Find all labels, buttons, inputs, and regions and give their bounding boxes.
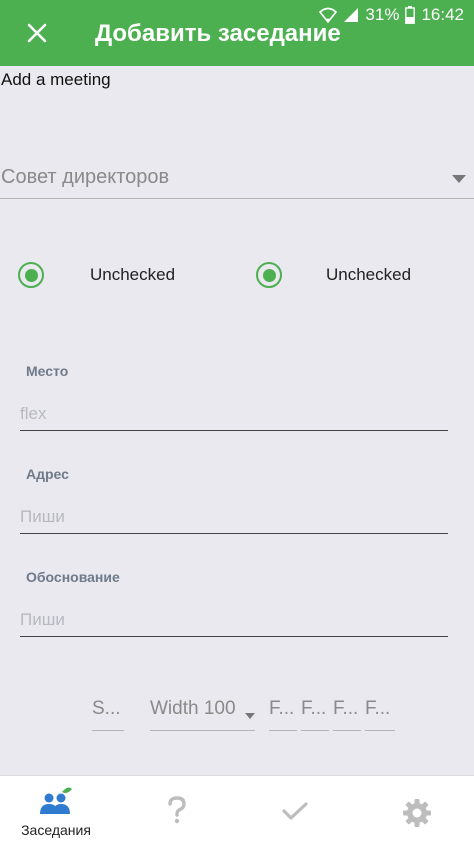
s-select[interactable]: S... [92, 694, 124, 731]
f-select-2[interactable]: F... [301, 694, 329, 731]
signal-icon [343, 7, 359, 23]
f-select-3[interactable]: F... [333, 694, 361, 731]
committee-select[interactable]: Совет директоров [0, 160, 474, 199]
nav-item-meetings-label: Заседания [21, 822, 91, 838]
f-select-4-value: F... [365, 698, 391, 719]
nav-item-meetings[interactable]: Заседания [1, 776, 111, 843]
f-select-1[interactable]: F... [269, 694, 297, 731]
close-button[interactable] [22, 18, 52, 48]
radio-option-2-label: Unchecked [326, 265, 412, 284]
question-icon [167, 796, 187, 829]
width-select-value: Width 100 [150, 698, 236, 719]
reason-input[interactable] [20, 603, 448, 637]
width-select[interactable]: Width 100 [150, 694, 255, 731]
committee-select-value: Совет директоров [1, 166, 170, 188]
f-select-2-value: F... [301, 698, 327, 719]
people-icon [38, 786, 74, 821]
radio-option-1[interactable]: Unchecked [18, 258, 175, 292]
close-icon [27, 23, 47, 43]
address-label: Адрес [26, 466, 69, 482]
check-icon [282, 802, 308, 825]
radio-button-icon [256, 262, 282, 288]
page-subtitle: Add a meeting [1, 70, 111, 89]
radio-button-icon [18, 262, 44, 288]
place-input[interactable] [20, 397, 448, 431]
nav-item-help[interactable] [122, 776, 232, 843]
dropdown-arrow-icon [245, 703, 255, 725]
address-input[interactable] [20, 500, 448, 534]
battery-icon [405, 6, 416, 24]
radio-option-1-label: Unchecked [90, 265, 176, 284]
s-select-value: S... [92, 698, 121, 719]
f-select-3-value: F... [333, 698, 359, 719]
nav-item-settings[interactable] [362, 776, 472, 843]
nav-item-confirm[interactable] [240, 776, 350, 843]
f-select-4[interactable]: F... [365, 694, 395, 731]
app-bar: 31% 16:42 Добавить заседание [0, 0, 474, 66]
radio-option-2[interactable]: Unchecked [256, 258, 411, 292]
dropdown-arrow-icon [452, 170, 466, 188]
clock: 16:42 [421, 5, 464, 24]
place-label: Место [26, 363, 69, 379]
f-select-1-value: F... [269, 698, 295, 719]
bottom-navigation: Заседания [0, 775, 474, 843]
battery-percent: 31% [365, 5, 400, 24]
page-title: Добавить заседание [95, 20, 341, 47]
reason-label: Обоснование [26, 569, 120, 585]
gear-icon [402, 798, 432, 833]
